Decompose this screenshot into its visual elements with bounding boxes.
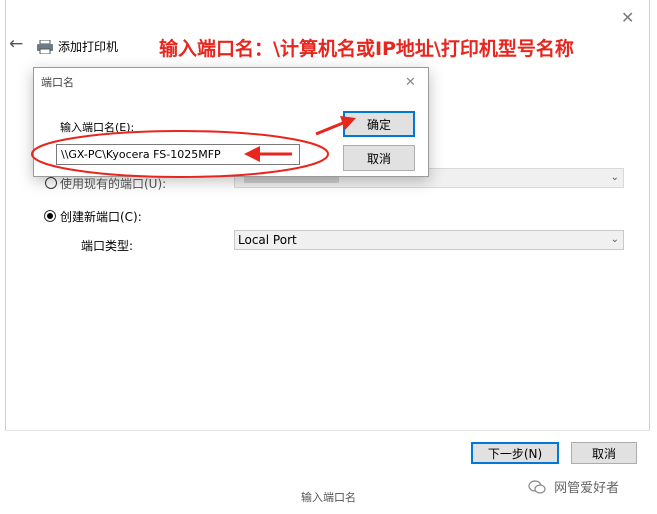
port-name-input[interactable] bbox=[56, 144, 300, 165]
create-new-port-radio[interactable] bbox=[44, 210, 56, 222]
dialog-ok-button[interactable]: 确定 bbox=[343, 111, 415, 137]
dialog-cancel-button[interactable]: 取消 bbox=[343, 145, 415, 171]
watermark: 网管爱好者 bbox=[528, 477, 619, 498]
port-name-label: 输入端口名(E): bbox=[60, 121, 135, 134]
dialog-title: 端口名 bbox=[41, 76, 74, 89]
wizard-cancel-button[interactable]: 取消 bbox=[571, 442, 637, 464]
back-arrow-icon[interactable]: ← bbox=[9, 34, 23, 54]
port-type-value: Local Port bbox=[238, 233, 297, 247]
use-existing-port-radio[interactable] bbox=[45, 177, 57, 189]
chevron-down-icon: ⌄ bbox=[610, 234, 619, 245]
chevron-down-icon: ⌄ bbox=[610, 172, 619, 183]
annotation-text: 输入端口名：\计算机名或IP地址\打印机型号名称 bbox=[159, 38, 574, 60]
printer-icon bbox=[36, 39, 54, 58]
dialog-close-icon[interactable]: ✕ bbox=[405, 76, 416, 89]
port-type-label: 端口类型: bbox=[81, 239, 134, 253]
port-name-dialog: 端口名 ✕ 输入端口名(E): 确定 取消 bbox=[33, 67, 429, 177]
wechat-icon bbox=[528, 479, 546, 498]
create-new-port-label: 创建新端口(C): bbox=[60, 210, 142, 224]
wizard-title: 添加打印机 bbox=[58, 40, 119, 54]
use-existing-port-label: 使用现有的端口(U): bbox=[60, 177, 167, 191]
window-close-icon[interactable]: ✕ bbox=[621, 10, 634, 26]
next-button[interactable]: 下一步(N) bbox=[471, 442, 559, 464]
port-type-select[interactable]: Local Port ⌄ bbox=[234, 230, 624, 250]
watermark-text: 网管爱好者 bbox=[554, 481, 620, 496]
